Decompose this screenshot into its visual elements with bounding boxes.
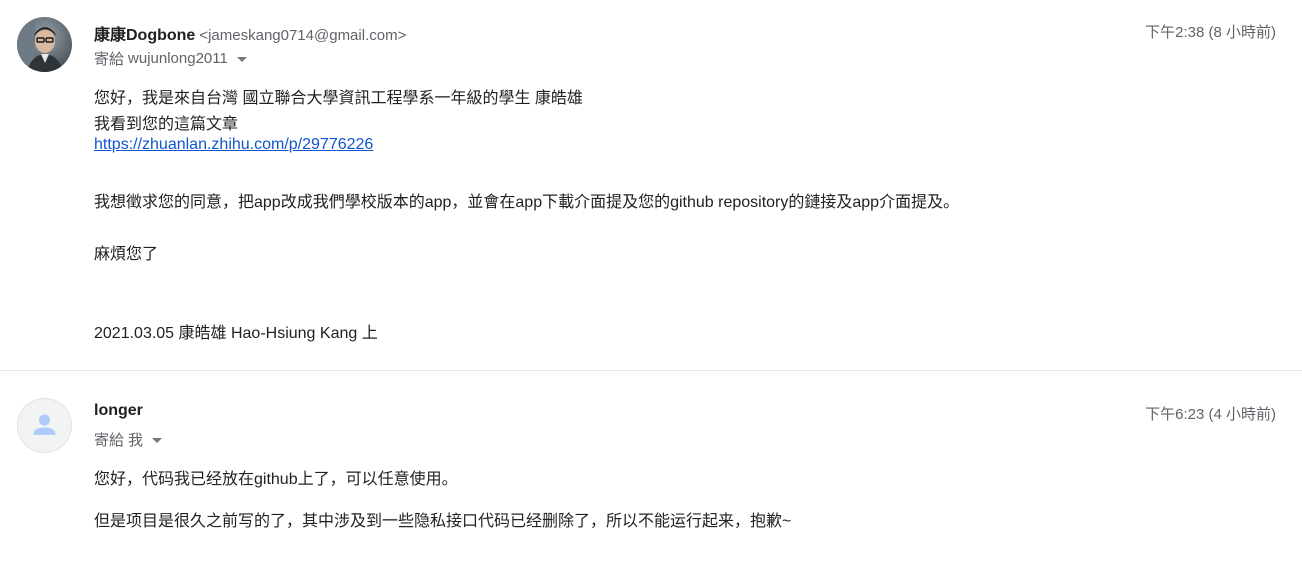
body-line: 您好，代码我已经放在github上了，可以任意使用。 [94,471,458,488]
body-line: 我看到您的這篇文章 [94,116,239,133]
body-line: 麻煩您了 [94,246,159,263]
sender: longer [94,402,143,420]
chevron-down-icon[interactable] [152,437,163,443]
message-divider [0,370,1302,371]
to-label: 寄給 [94,51,125,68]
signature: 2021.03.05 康皓雄 Hao-Hsiung Kang 上 [94,325,378,342]
recipient-details[interactable]: 寄給 我 [94,429,163,450]
timestamp: 下午6:23 (4 小時前) [1145,406,1276,423]
recipient-name: wujunlong2011 [128,50,228,67]
body-line: 但是项目是很久之前写的了，其中涉及到一些隐私接口代码已经删除了，所以不能运行起来… [94,513,792,530]
sender-name[interactable]: longer [94,402,143,419]
timestamp: 下午2:38 (8 小時前) [1145,24,1276,41]
sender-name[interactable]: 康康Dogbone [94,27,195,44]
default-person-icon [33,414,56,435]
user-photo-icon [17,17,72,72]
avatar[interactable] [17,398,72,453]
sender: 康康Dogbone <jameskang0714@gmail.com> [94,21,406,45]
avatar[interactable] [17,17,72,72]
recipient-details[interactable]: 寄給 wujunlong2011 [94,48,247,69]
article-link[interactable]: https://zhuanlan.zhihu.com/p/29776226 [94,136,373,153]
sender-email: <jameskang0714@gmail.com> [199,27,407,44]
recipient-name: 我 [128,432,144,449]
email-message: longer 寄給 我 下午6:23 (4 小時前) 您好，代码我已经放在git… [0,372,1302,576]
body-line: 您好，我是來自台灣 國立聯合大學資訊工程學系一年級的學生 康皓雄 [94,90,583,107]
to-label: 寄給 [94,432,125,449]
email-message: 康康Dogbone <jameskang0714@gmail.com> 寄給 wu… [0,0,1302,371]
body-line: 我想徵求您的同意，把app改成我們學校版本的app，並會在app下載介面提及您的… [94,194,960,211]
chevron-down-icon[interactable] [236,56,247,62]
